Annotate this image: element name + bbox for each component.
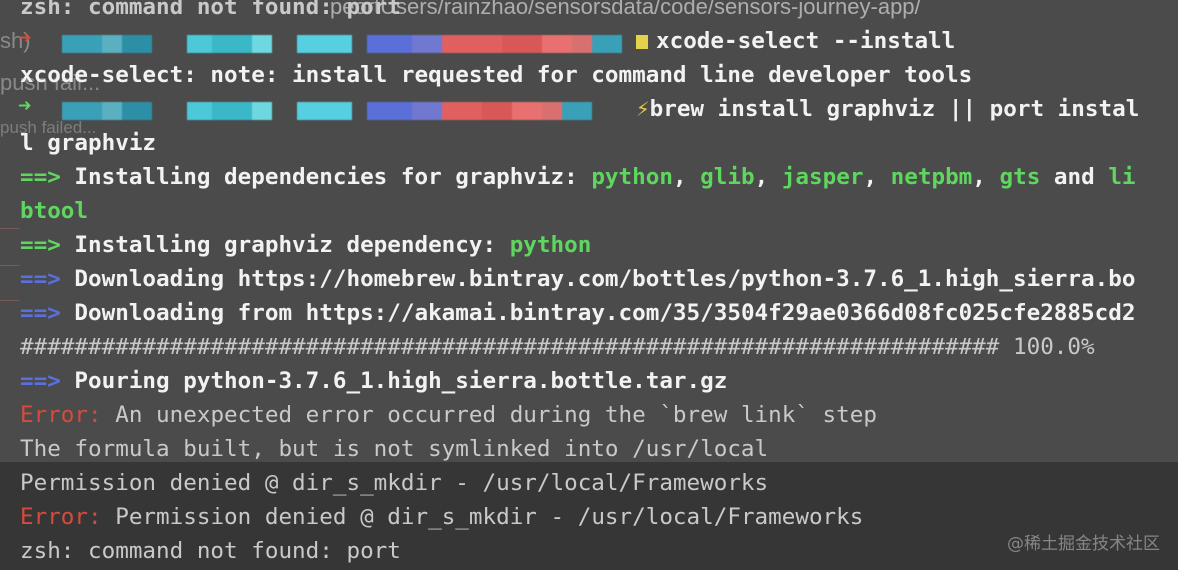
progress-bar: ########################################… (20, 334, 1095, 360)
terminal-line: btool (20, 198, 89, 224)
separator: , (672, 164, 701, 190)
line-text: An unexpected error occurred during the … (101, 402, 877, 428)
prompt-arrow-icon: ➜ (18, 26, 32, 51)
error-label: Error: (20, 402, 102, 428)
prompt-symbol-icon: ⚡ (636, 96, 650, 122)
terminal-line: Permission denied @ dir_s_mkdir - /usr/l… (20, 470, 769, 496)
dependency-name: jasper (781, 164, 864, 190)
dependency-name: li (1108, 164, 1136, 190)
separator: , (754, 164, 782, 190)
divider (0, 265, 20, 266)
status-arrow: ==> (20, 164, 61, 190)
line-text: Downloading https://homebrew.bintray.com… (60, 266, 1136, 292)
dependency-name: python (509, 232, 592, 258)
watermark: @稀土掘金技术社区 (1007, 534, 1160, 554)
terminal-line: zsh: command not found: port (20, 538, 401, 564)
line-text: Pouring python-3.7.6_1.high_sierra.bottl… (60, 368, 728, 394)
line-text: Downloading from https://akamai.bintray.… (60, 300, 1136, 326)
terminal-line: Error: An unexpected error occurred duri… (20, 398, 877, 432)
command-text: ⚡brew install graphviz || port instal (636, 92, 1139, 126)
redacted-prompt (62, 102, 642, 120)
terminal-line: ==> Downloading from https://akamai.bint… (20, 296, 1135, 330)
dependency-name: netpbm (890, 164, 973, 190)
terminal-line: zsh: command not found: port (20, 0, 401, 20)
error-label: Error: (20, 504, 102, 530)
command-text: xcode-select --install (656, 28, 956, 54)
terminal-line: ==> Installing dependencies for graphviz… (20, 160, 1136, 194)
status-arrow: ==> (20, 368, 61, 394)
terminal-line: The formula built, but is not symlinked … (20, 436, 769, 462)
dependency-name: gts (999, 164, 1041, 190)
separator: , (863, 164, 891, 190)
terminal-line: ==> Downloading https://homebrew.bintray… (20, 262, 1135, 296)
terminal-line: Error: Permission denied @ dir_s_mkdir -… (20, 500, 863, 534)
terminal-line: ==> Pouring python-3.7.6_1.high_sierra.b… (20, 364, 727, 398)
cursor-icon (636, 34, 648, 49)
terminal-line: xcode-select: note: install requested fo… (20, 62, 973, 88)
redacted-prompt (62, 35, 622, 53)
status-arrow: ==> (20, 300, 61, 326)
command-text: xcode-select --install (636, 24, 955, 58)
status-arrow: ==> (20, 232, 61, 258)
separator: and (1040, 164, 1109, 190)
command-text: brew install graphviz || port instal (649, 96, 1140, 122)
background-window-path: peortUsers/rainzhao/sensorsdata/code/sen… (330, 0, 921, 19)
separator: , (972, 164, 1000, 190)
line-text: Permission denied @ dir_s_mkdir - /usr/l… (101, 504, 864, 530)
divider (0, 300, 20, 301)
dependency-name: glib (700, 164, 755, 190)
dependency-name: python (591, 164, 673, 190)
divider (0, 228, 20, 229)
prompt-arrow-icon: ➜ (18, 94, 32, 119)
line-text: Installing graphviz dependency: (60, 232, 510, 258)
terminal-line: l graphviz (20, 130, 157, 156)
line-text: Installing dependencies for graphviz: (60, 164, 592, 190)
status-arrow: ==> (20, 266, 61, 292)
terminal-line: ==> Installing graphviz dependency: pyth… (20, 228, 591, 262)
